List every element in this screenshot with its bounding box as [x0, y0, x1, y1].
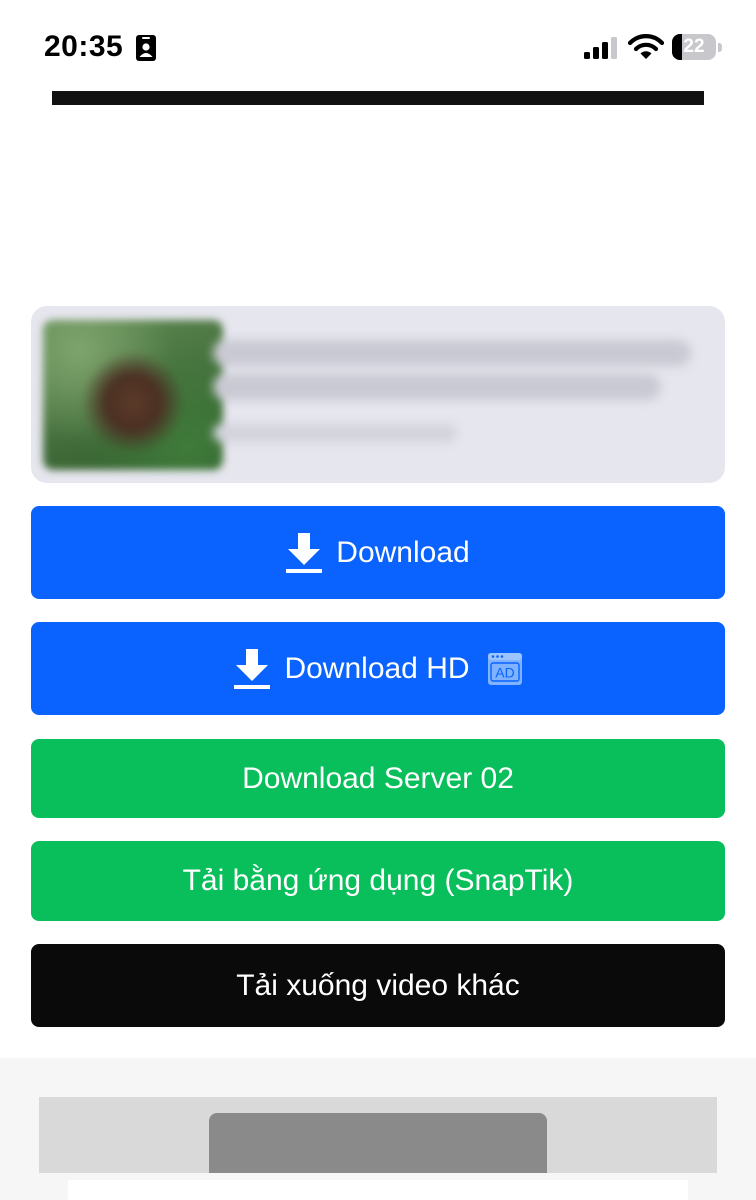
- ad-badge-icon: AD: [487, 652, 522, 685]
- download-button[interactable]: Download: [31, 506, 725, 599]
- contact-card-icon: [136, 35, 156, 61]
- battery-body: 22: [672, 34, 716, 60]
- battery-indicator: 22: [672, 34, 722, 62]
- download-server-02-label: Download Server 02: [242, 761, 514, 795]
- download-icon: [286, 532, 323, 573]
- cellular-signal-icon: [584, 37, 617, 59]
- download-with-app-label: Tải bằng ứng dụng (SnapTik): [182, 864, 574, 897]
- download-server-02-button[interactable]: Download Server 02: [31, 739, 725, 818]
- bottom-strip: [68, 1180, 688, 1200]
- video-thumbnail: [43, 320, 223, 470]
- video-title-line-1: [213, 340, 691, 366]
- video-info-card: [31, 306, 725, 483]
- download-hd-button-label: Download HD: [284, 651, 470, 685]
- video-title-line-2: [213, 374, 661, 400]
- download-other-video-button[interactable]: Tải xuống video khác: [31, 944, 725, 1027]
- top-divider-bar: [52, 91, 704, 105]
- wifi-icon: [628, 34, 664, 59]
- download-hd-button[interactable]: Download HD AD: [31, 622, 725, 715]
- battery-cap: [718, 43, 722, 52]
- ad-banner-content[interactable]: [209, 1113, 547, 1173]
- video-author-line: [213, 424, 457, 442]
- download-icon: [234, 648, 271, 689]
- download-other-video-label: Tải xuống video khác: [236, 968, 520, 1002]
- battery-level: 22: [683, 36, 705, 57]
- download-with-app-button[interactable]: Tải bằng ứng dụng (SnapTik): [31, 841, 725, 921]
- ad-badge-text: AD: [495, 664, 514, 680]
- status-bar: 20:35 22: [0, 0, 756, 92]
- status-time: 20:35: [44, 30, 124, 63]
- download-button-label: Download: [336, 535, 470, 569]
